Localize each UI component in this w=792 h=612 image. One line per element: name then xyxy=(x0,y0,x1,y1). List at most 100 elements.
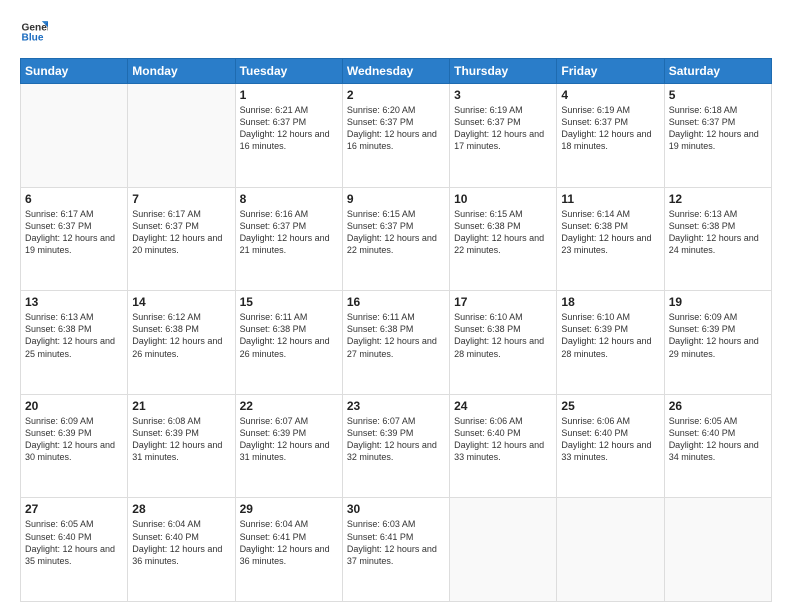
calendar-cell: 14 Sunrise: 6:12 AM Sunset: 6:38 PM Dayli… xyxy=(128,291,235,395)
calendar-week-2: 6 Sunrise: 6:17 AM Sunset: 6:37 PM Daylig… xyxy=(21,187,772,291)
day-header-friday: Friday xyxy=(557,59,664,84)
day-number: 11 xyxy=(561,192,659,206)
day-number: 23 xyxy=(347,399,445,413)
calendar-cell: 6 Sunrise: 6:17 AM Sunset: 6:37 PM Daylig… xyxy=(21,187,128,291)
cell-info: Sunrise: 6:21 AM Sunset: 6:37 PM Dayligh… xyxy=(240,104,338,153)
cell-info: Sunrise: 6:09 AM Sunset: 6:39 PM Dayligh… xyxy=(669,311,767,360)
cell-info: Sunrise: 6:15 AM Sunset: 6:37 PM Dayligh… xyxy=(347,208,445,257)
calendar-cell xyxy=(128,84,235,188)
cell-info: Sunrise: 6:03 AM Sunset: 6:41 PM Dayligh… xyxy=(347,518,445,567)
calendar-cell: 15 Sunrise: 6:11 AM Sunset: 6:38 PM Dayli… xyxy=(235,291,342,395)
calendar-cell: 3 Sunrise: 6:19 AM Sunset: 6:37 PM Daylig… xyxy=(450,84,557,188)
page: General Blue SundayMondayTuesdayWednesda… xyxy=(0,0,792,612)
cell-info: Sunrise: 6:04 AM Sunset: 6:40 PM Dayligh… xyxy=(132,518,230,567)
calendar-cell xyxy=(557,498,664,602)
day-number: 17 xyxy=(454,295,552,309)
day-number: 25 xyxy=(561,399,659,413)
day-number: 28 xyxy=(132,502,230,516)
calendar-table: SundayMondayTuesdayWednesdayThursdayFrid… xyxy=(20,58,772,602)
calendar-cell xyxy=(450,498,557,602)
cell-info: Sunrise: 6:13 AM Sunset: 6:38 PM Dayligh… xyxy=(669,208,767,257)
calendar-cell xyxy=(21,84,128,188)
calendar-cell: 29 Sunrise: 6:04 AM Sunset: 6:41 PM Dayli… xyxy=(235,498,342,602)
day-number: 16 xyxy=(347,295,445,309)
day-number: 22 xyxy=(240,399,338,413)
calendar-week-4: 20 Sunrise: 6:09 AM Sunset: 6:39 PM Dayli… xyxy=(21,394,772,498)
day-number: 24 xyxy=(454,399,552,413)
day-number: 1 xyxy=(240,88,338,102)
cell-info: Sunrise: 6:06 AM Sunset: 6:40 PM Dayligh… xyxy=(454,415,552,464)
cell-info: Sunrise: 6:10 AM Sunset: 6:39 PM Dayligh… xyxy=(561,311,659,360)
calendar-week-1: 1 Sunrise: 6:21 AM Sunset: 6:37 PM Daylig… xyxy=(21,84,772,188)
cell-info: Sunrise: 6:06 AM Sunset: 6:40 PM Dayligh… xyxy=(561,415,659,464)
calendar-cell: 22Sunrise: 6:07 AM Sunset: 6:39 PM Dayli… xyxy=(235,394,342,498)
day-header-monday: Monday xyxy=(128,59,235,84)
day-number: 26 xyxy=(669,399,767,413)
day-number: 13 xyxy=(25,295,123,309)
svg-text:Blue: Blue xyxy=(22,33,44,44)
day-header-tuesday: Tuesday xyxy=(235,59,342,84)
cell-info: Sunrise: 6:18 AM Sunset: 6:37 PM Dayligh… xyxy=(669,104,767,153)
logo: General Blue xyxy=(20,18,48,46)
calendar-cell: 13 Sunrise: 6:13 AM Sunset: 6:38 PM Dayli… xyxy=(21,291,128,395)
day-number: 4 xyxy=(561,88,659,102)
cell-info: Sunrise: 6:12 AM Sunset: 6:38 PM Dayligh… xyxy=(132,311,230,360)
calendar-cell: 12Sunrise: 6:13 AM Sunset: 6:38 PM Dayli… xyxy=(664,187,771,291)
day-number: 8 xyxy=(240,192,338,206)
calendar-cell: 5 Sunrise: 6:18 AM Sunset: 6:37 PM Daylig… xyxy=(664,84,771,188)
day-header-thursday: Thursday xyxy=(450,59,557,84)
day-number: 2 xyxy=(347,88,445,102)
calendar-cell: 18 Sunrise: 6:10 AM Sunset: 6:39 PM Dayli… xyxy=(557,291,664,395)
cell-info: Sunrise: 6:17 AM Sunset: 6:37 PM Dayligh… xyxy=(132,208,230,257)
calendar-cell: 23Sunrise: 6:07 AM Sunset: 6:39 PM Dayli… xyxy=(342,394,449,498)
day-number: 19 xyxy=(669,295,767,309)
cell-info: Sunrise: 6:05 AM Sunset: 6:40 PM Dayligh… xyxy=(669,415,767,464)
cell-info: Sunrise: 6:19 AM Sunset: 6:37 PM Dayligh… xyxy=(561,104,659,153)
calendar-cell: 21 Sunrise: 6:08 AM Sunset: 6:39 PM Dayli… xyxy=(128,394,235,498)
cell-info: Sunrise: 6:14 AM Sunset: 6:38 PM Dayligh… xyxy=(561,208,659,257)
calendar-cell: 28 Sunrise: 6:04 AM Sunset: 6:40 PM Dayli… xyxy=(128,498,235,602)
cell-info: Sunrise: 6:20 AM Sunset: 6:37 PM Dayligh… xyxy=(347,104,445,153)
calendar-cell: 1 Sunrise: 6:21 AM Sunset: 6:37 PM Daylig… xyxy=(235,84,342,188)
header: General Blue xyxy=(20,18,772,46)
cell-info: Sunrise: 6:15 AM Sunset: 6:38 PM Dayligh… xyxy=(454,208,552,257)
calendar-cell: 4 Sunrise: 6:19 AM Sunset: 6:37 PM Daylig… xyxy=(557,84,664,188)
day-header-sunday: Sunday xyxy=(21,59,128,84)
calendar-cell: 8Sunrise: 6:16 AM Sunset: 6:37 PM Daylig… xyxy=(235,187,342,291)
calendar-cell: 27Sunrise: 6:05 AM Sunset: 6:40 PM Dayli… xyxy=(21,498,128,602)
day-number: 20 xyxy=(25,399,123,413)
calendar-cell: 9 Sunrise: 6:15 AM Sunset: 6:37 PM Daylig… xyxy=(342,187,449,291)
calendar-cell: 11 Sunrise: 6:14 AM Sunset: 6:38 PM Dayli… xyxy=(557,187,664,291)
day-header-saturday: Saturday xyxy=(664,59,771,84)
calendar-cell: 17Sunrise: 6:10 AM Sunset: 6:38 PM Dayli… xyxy=(450,291,557,395)
cell-info: Sunrise: 6:04 AM Sunset: 6:41 PM Dayligh… xyxy=(240,518,338,567)
day-number: 29 xyxy=(240,502,338,516)
day-number: 5 xyxy=(669,88,767,102)
day-number: 9 xyxy=(347,192,445,206)
cell-info: Sunrise: 6:08 AM Sunset: 6:39 PM Dayligh… xyxy=(132,415,230,464)
day-number: 3 xyxy=(454,88,552,102)
calendar-cell: 24 Sunrise: 6:06 AM Sunset: 6:40 PM Dayli… xyxy=(450,394,557,498)
calendar-week-5: 27Sunrise: 6:05 AM Sunset: 6:40 PM Dayli… xyxy=(21,498,772,602)
calendar-cell: 10Sunrise: 6:15 AM Sunset: 6:38 PM Dayli… xyxy=(450,187,557,291)
logo-icon: General Blue xyxy=(20,18,48,46)
day-number: 27 xyxy=(25,502,123,516)
cell-info: Sunrise: 6:11 AM Sunset: 6:38 PM Dayligh… xyxy=(347,311,445,360)
calendar-header-row: SundayMondayTuesdayWednesdayThursdayFrid… xyxy=(21,59,772,84)
day-number: 15 xyxy=(240,295,338,309)
day-number: 14 xyxy=(132,295,230,309)
cell-info: Sunrise: 6:09 AM Sunset: 6:39 PM Dayligh… xyxy=(25,415,123,464)
day-number: 6 xyxy=(25,192,123,206)
day-number: 21 xyxy=(132,399,230,413)
calendar-cell: 7 Sunrise: 6:17 AM Sunset: 6:37 PM Daylig… xyxy=(128,187,235,291)
day-number: 7 xyxy=(132,192,230,206)
cell-info: Sunrise: 6:13 AM Sunset: 6:38 PM Dayligh… xyxy=(25,311,123,360)
cell-info: Sunrise: 6:19 AM Sunset: 6:37 PM Dayligh… xyxy=(454,104,552,153)
calendar-week-3: 13 Sunrise: 6:13 AM Sunset: 6:38 PM Dayli… xyxy=(21,291,772,395)
calendar-cell: 26 Sunrise: 6:05 AM Sunset: 6:40 PM Dayli… xyxy=(664,394,771,498)
day-number: 18 xyxy=(561,295,659,309)
cell-info: Sunrise: 6:11 AM Sunset: 6:38 PM Dayligh… xyxy=(240,311,338,360)
calendar-cell: 30Sunrise: 6:03 AM Sunset: 6:41 PM Dayli… xyxy=(342,498,449,602)
calendar-cell: 16 Sunrise: 6:11 AM Sunset: 6:38 PM Dayli… xyxy=(342,291,449,395)
cell-info: Sunrise: 6:17 AM Sunset: 6:37 PM Dayligh… xyxy=(25,208,123,257)
